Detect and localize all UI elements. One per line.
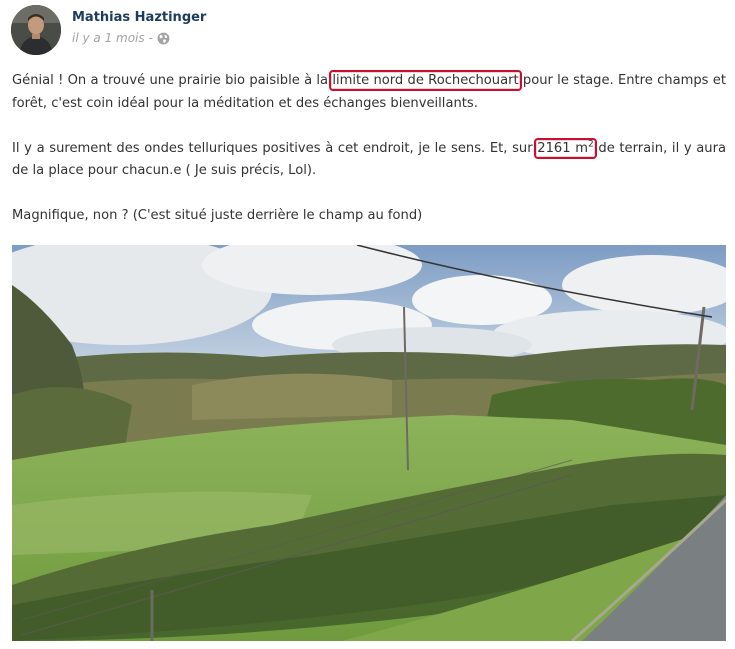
highlight-area: 2161 m2: [534, 137, 597, 159]
area-value: 2161 m: [537, 140, 588, 156]
landscape-image: [12, 245, 726, 641]
post-time[interactable]: il y a 1 mois: [72, 31, 145, 45]
post-paragraph-2: Il y a surement des ondes telluriques po…: [12, 137, 726, 183]
author-name[interactable]: Mathias Haztinger: [72, 10, 206, 25]
globe-icon: [157, 32, 170, 44]
post-meta: il y a 1 mois -: [72, 31, 170, 45]
paragraph-2-text-start: Il y a surement des ondes telluriques po…: [12, 140, 538, 156]
post-paragraph-1: Génial ! On a trouvé une prairie bio pai…: [12, 70, 726, 115]
post-photo[interactable]: [12, 245, 726, 641]
meta-separator: -: [148, 31, 153, 45]
paragraph-1-text-start: Génial ! On a trouvé une prairie bio pai…: [12, 73, 333, 88]
author-avatar[interactable]: [11, 5, 61, 55]
post-paragraph-3: Magnifique, non ? (C'est situé juste der…: [12, 208, 423, 223]
highlight-location: limite nord de Rochechouart: [329, 70, 522, 91]
avatar-image: [11, 5, 61, 55]
post-body: Génial ! On a trouvé une prairie bio pai…: [12, 70, 726, 250]
